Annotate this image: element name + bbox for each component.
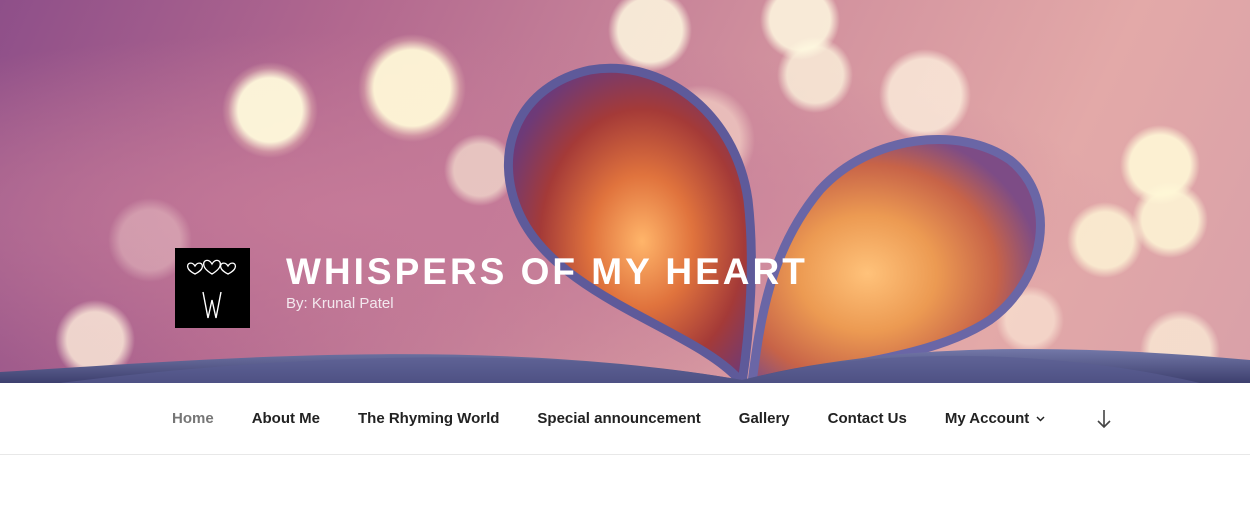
- nav-item-label: Special announcement: [537, 410, 701, 427]
- nav-item-my-account[interactable]: My Account: [926, 410, 1064, 427]
- nav-item-home[interactable]: Home: [153, 410, 233, 427]
- nav-item-gallery[interactable]: Gallery: [720, 410, 809, 427]
- logo-hearts-w-icon: [186, 259, 237, 319]
- site-branding: WHISPERS OF MY HEART By: Krunal Patel: [175, 248, 808, 328]
- nav-item-contact-us[interactable]: Contact Us: [809, 410, 926, 427]
- site-header: WHISPERS OF MY HEART By: Krunal Patel: [0, 0, 1250, 383]
- site-description: By: Krunal Patel: [286, 294, 394, 312]
- arrow-down-icon: [1097, 410, 1111, 429]
- site-logo[interactable]: [175, 248, 250, 328]
- nav-item-about-me[interactable]: About Me: [233, 410, 339, 427]
- nav-item-special-announcement[interactable]: Special announcement: [518, 410, 719, 427]
- site-title-group: WHISPERS OF MY HEART By: Krunal Patel: [286, 251, 808, 312]
- nav-item-the-rhyming-world[interactable]: The Rhyming World: [339, 410, 518, 427]
- top-menu: Home About Me The Rhyming World Special …: [153, 383, 1064, 454]
- nav-item-label: Home: [172, 410, 214, 427]
- chevron-down-icon: [1036, 415, 1045, 422]
- scroll-down-button[interactable]: [1094, 408, 1114, 430]
- nav-item-label: Gallery: [738, 410, 790, 427]
- nav-item-label: My Account: [944, 410, 1030, 427]
- site-title[interactable]: WHISPERS OF MY HEART: [286, 251, 808, 293]
- nav-item-label: The Rhyming World: [358, 410, 500, 427]
- main-navigation: Home About Me The Rhyming World Special …: [0, 383, 1250, 455]
- nav-item-label: About Me: [251, 410, 321, 427]
- nav-item-label: Contact Us: [827, 410, 907, 427]
